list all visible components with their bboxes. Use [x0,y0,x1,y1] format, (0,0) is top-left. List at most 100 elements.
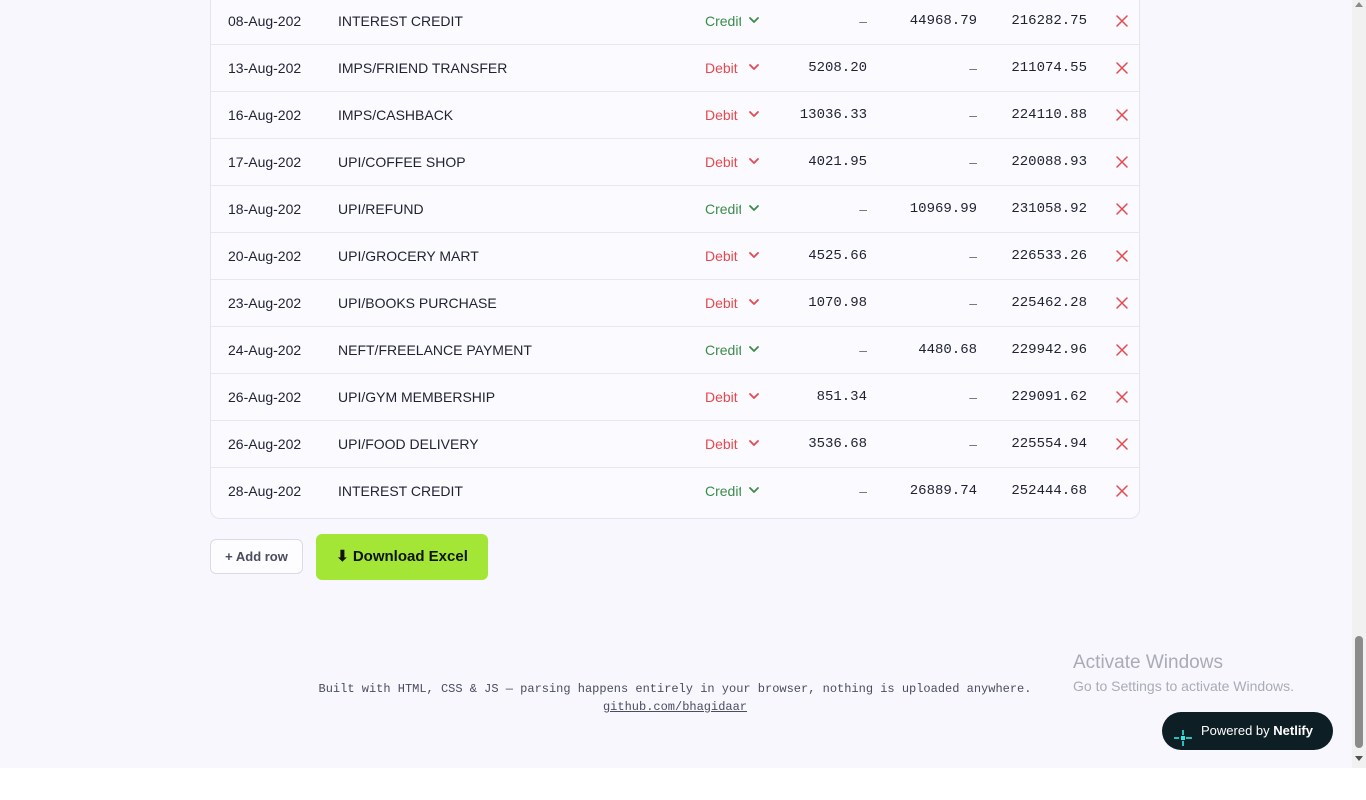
balance-cell[interactable]: 216282.75 [991,0,1087,44]
type-select[interactable]: Credit [705,0,741,44]
type-select[interactable]: Debit [705,233,741,279]
debit-amount-cell[interactable]: 13036.33 [771,92,867,138]
github-link[interactable]: github.com/bhagidaar [603,700,747,714]
balance-cell[interactable]: 229942.96 [991,327,1087,373]
close-icon[interactable] [1115,249,1129,263]
credit-amount-cell[interactable]: 10969.99 [881,186,977,232]
description-cell[interactable]: UPI/FOOD DELIVERY [338,421,678,467]
close-icon[interactable] [1115,437,1129,451]
debit-amount-cell[interactable]: – [771,327,867,373]
chevron-down-icon[interactable] [748,62,764,74]
watermark-title: Activate Windows [1073,652,1223,673]
chevron-down-icon[interactable] [748,344,764,356]
chevron-down-icon[interactable] [748,438,764,450]
scroll-up-arrow-icon[interactable] [1355,2,1363,7]
add-row-button[interactable]: + Add row [210,539,303,574]
balance-cell[interactable]: 211074.55 [991,45,1087,91]
credit-amount-cell[interactable]: – [881,280,977,326]
type-select[interactable]: Debit [705,92,741,138]
close-icon[interactable] [1115,343,1129,357]
credit-amount-cell[interactable]: 26889.74 [881,468,977,514]
date-cell[interactable]: 08-Aug-202 [228,0,306,44]
type-select[interactable]: Credit [705,186,741,232]
vertical-scrollbar[interactable] [1352,0,1366,768]
description-cell[interactable]: UPI/GYM MEMBERSHIP [338,374,678,420]
balance-cell[interactable]: 225554.94 [991,421,1087,467]
credit-amount-cell[interactable]: – [881,92,977,138]
type-select[interactable]: Debit [705,45,741,91]
chevron-down-icon[interactable] [748,109,764,121]
description-cell[interactable]: UPI/COFFEE SHOP [338,139,678,185]
netlify-prefix: Powered by [1201,723,1274,738]
credit-amount-cell[interactable]: – [881,421,977,467]
scroll-down-arrow-icon[interactable] [1355,756,1363,761]
date-cell[interactable]: 20-Aug-202 [228,233,306,279]
balance-cell[interactable]: 220088.93 [991,139,1087,185]
close-icon[interactable] [1115,202,1129,216]
date-cell[interactable]: 24-Aug-202 [228,327,306,373]
chevron-down-icon[interactable] [748,203,764,215]
balance-cell[interactable]: 252444.68 [991,468,1087,514]
balance-cell[interactable]: 224110.88 [991,92,1087,138]
description-cell[interactable]: INTEREST CREDIT [338,0,678,44]
date-cell[interactable]: 26-Aug-202 [228,421,306,467]
close-icon[interactable] [1115,155,1129,169]
debit-amount-cell[interactable]: 1070.98 [771,280,867,326]
date-cell[interactable]: 18-Aug-202 [228,186,306,232]
description-cell[interactable]: IMPS/FRIEND TRANSFER [338,45,678,91]
type-select[interactable]: Debit [705,139,741,185]
description-cell[interactable]: UPI/REFUND [338,186,678,232]
chevron-down-icon[interactable] [748,250,764,262]
credit-amount-cell[interactable]: – [881,374,977,420]
type-select[interactable]: Debit [705,280,741,326]
debit-amount-cell[interactable]: – [771,186,867,232]
debit-amount-cell[interactable]: 851.34 [771,374,867,420]
close-icon[interactable] [1115,14,1129,28]
close-icon[interactable] [1115,296,1129,310]
credit-amount-cell[interactable]: 4480.68 [881,327,977,373]
chevron-down-icon[interactable] [748,156,764,168]
close-icon[interactable] [1115,484,1129,498]
date-cell[interactable]: 26-Aug-202 [228,374,306,420]
debit-amount-cell[interactable]: 4525.66 [771,233,867,279]
debit-amount-cell[interactable]: 3536.68 [771,421,867,467]
chevron-down-icon[interactable] [748,15,764,27]
scrollbar-thumb[interactable] [1355,636,1363,748]
description-cell[interactable]: IMPS/CASHBACK [338,92,678,138]
balance-cell[interactable]: 229091.62 [991,374,1087,420]
date-cell[interactable]: 13-Aug-202 [228,45,306,91]
description-cell[interactable]: NEFT/FREELANCE PAYMENT [338,327,678,373]
debit-amount-cell[interactable]: 5208.20 [771,45,867,91]
balance-cell[interactable]: 231058.92 [991,186,1087,232]
credit-amount-cell[interactable]: – [881,45,977,91]
type-select[interactable]: Credit [705,468,741,514]
debit-amount-cell[interactable]: – [771,0,867,44]
credit-amount-cell[interactable]: – [881,233,977,279]
table-row: 24-Aug-202 NEFT/FREELANCE PAYMENT Credit –4… [211,327,1140,374]
date-cell[interactable]: 23-Aug-202 [228,280,306,326]
debit-amount-cell[interactable]: – [771,468,867,514]
credit-amount-cell[interactable]: 44968.79 [881,0,977,44]
close-icon[interactable] [1115,108,1129,122]
close-icon[interactable] [1115,390,1129,404]
description-cell[interactable]: UPI/BOOKS PURCHASE [338,280,678,326]
close-icon[interactable] [1115,61,1129,75]
description-cell[interactable]: UPI/GROCERY MART [338,233,678,279]
type-select[interactable]: Debit [705,421,741,467]
date-cell[interactable]: 16-Aug-202 [228,92,306,138]
date-cell[interactable]: 28-Aug-202 [228,468,306,514]
date-cell[interactable]: 17-Aug-202 [228,139,306,185]
chevron-down-icon[interactable] [748,485,764,497]
balance-cell[interactable]: 225462.28 [991,280,1087,326]
type-select[interactable]: Credit [705,327,741,373]
type-select[interactable]: Debit [705,374,741,420]
credit-amount-cell[interactable]: – [881,139,977,185]
description-cell[interactable]: INTEREST CREDIT [338,468,678,514]
transactions-table: 08-Aug-202 INTEREST CREDIT Credit –44968.79… [210,0,1140,519]
chevron-down-icon[interactable] [748,297,764,309]
debit-amount-cell[interactable]: 4021.95 [771,139,867,185]
balance-cell[interactable]: 226533.26 [991,233,1087,279]
download-excel-button[interactable]: ⬇ Download Excel [316,534,488,580]
chevron-down-icon[interactable] [748,391,764,403]
netlify-badge[interactable]: Powered by Netlify [1162,712,1333,750]
